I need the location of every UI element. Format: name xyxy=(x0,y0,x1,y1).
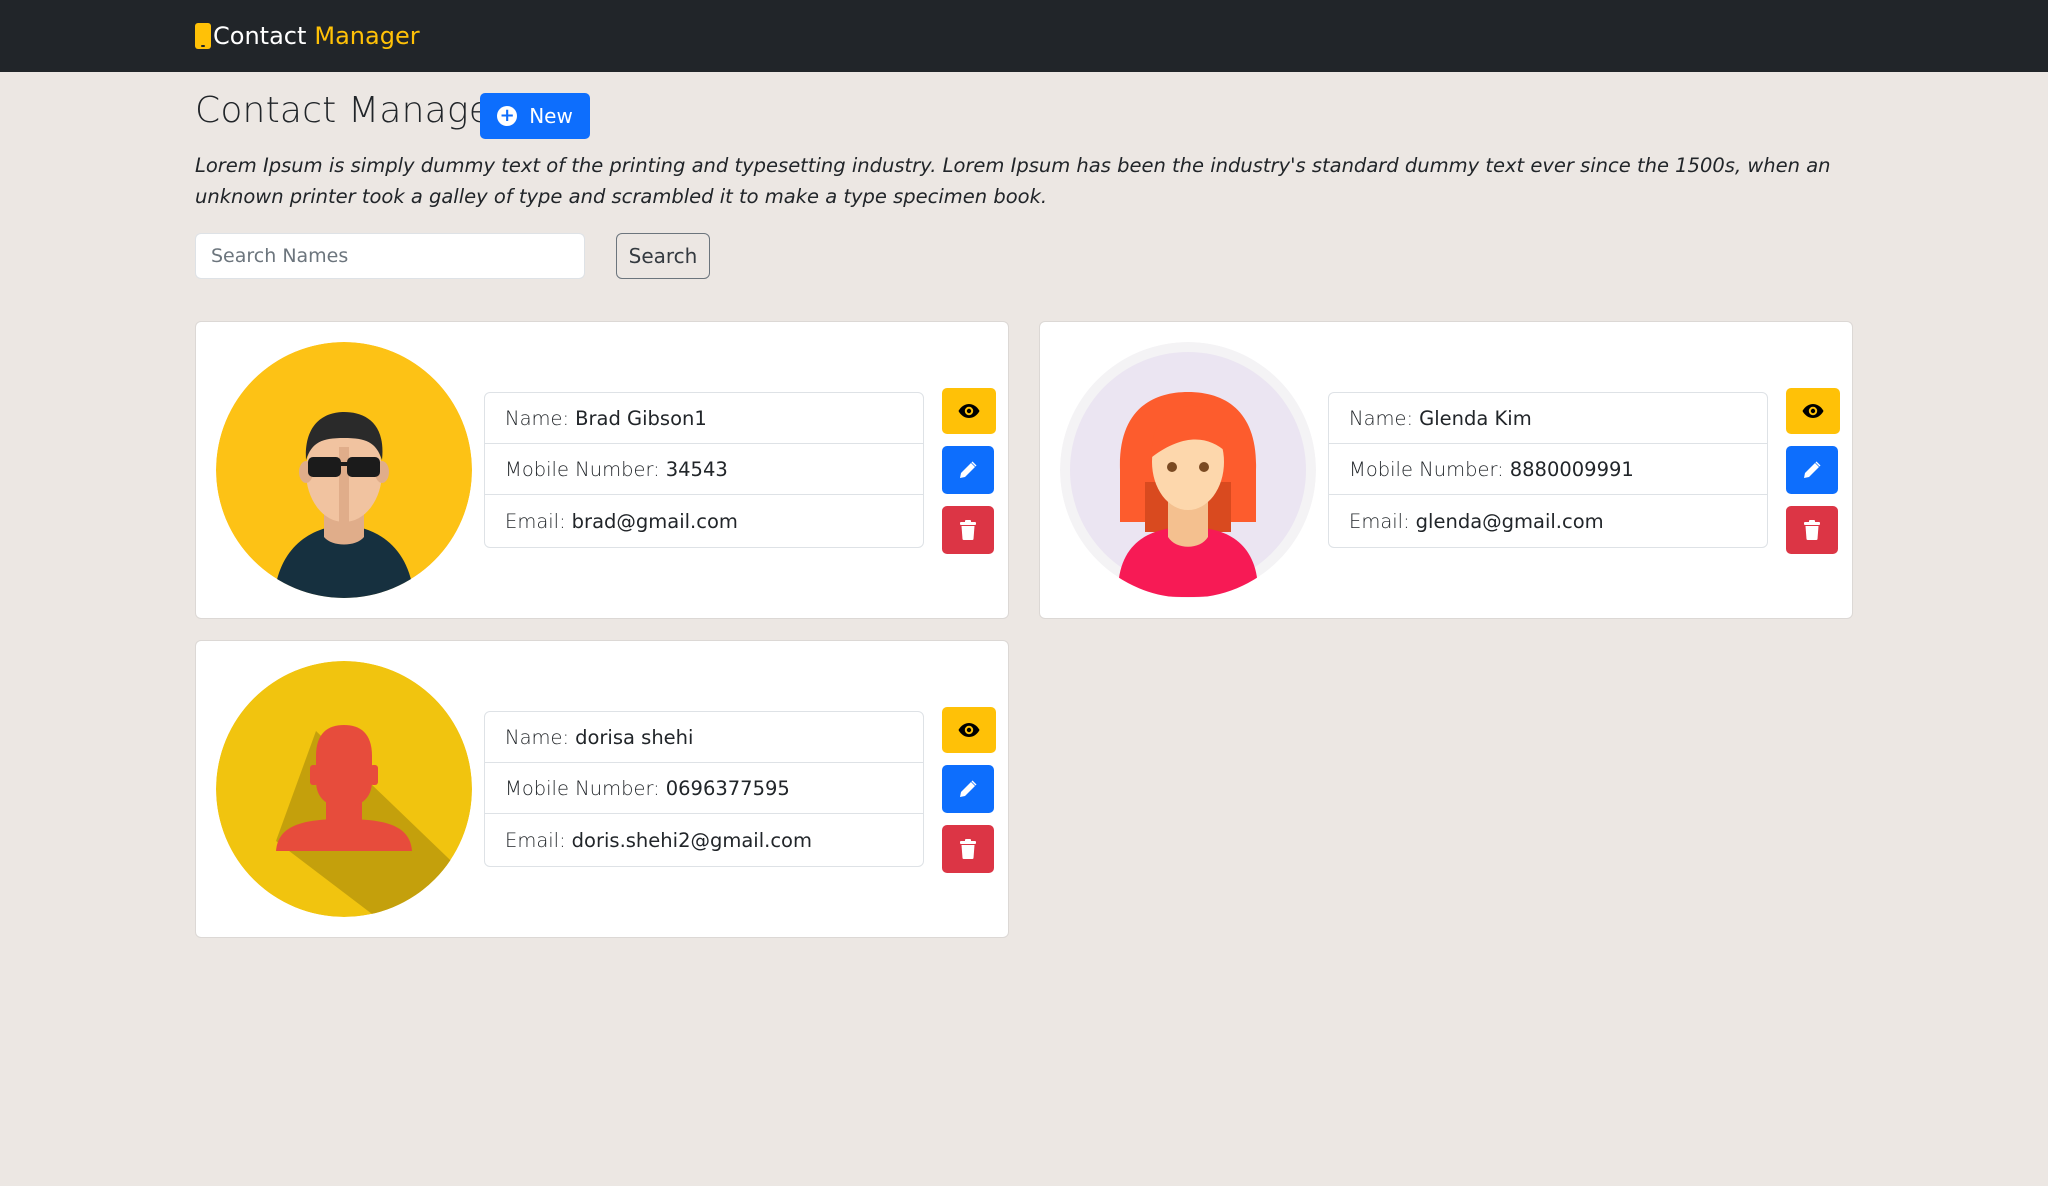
contact-mobile-row: Mobile Number: 0696377595 xyxy=(485,763,923,814)
contact-mobile-row: Mobile Number: 34543 xyxy=(485,444,923,495)
view-contact-button[interactable] xyxy=(1786,388,1840,434)
mobile-label: Mobile Number: xyxy=(505,776,660,800)
contact-name-row: Name: Glenda Kim xyxy=(1329,393,1767,444)
contact-name-row: Name: Brad Gibson1 xyxy=(485,393,923,444)
contact-email: doris.shehi2@gmail.com xyxy=(571,828,812,852)
contact-name-row: Name: dorisa shehi xyxy=(485,712,923,763)
name-label: Name: xyxy=(505,725,570,749)
contact-card: Name: Brad Gibson1 Mobile Number: 34543 … xyxy=(195,321,1009,619)
page-description: Lorem Ipsum is simply dummy text of the … xyxy=(195,154,1831,208)
red-haired-woman-avatar xyxy=(1060,342,1316,598)
contact-mobile: 8880009991 xyxy=(1509,457,1634,481)
page-title: Contact Manager xyxy=(195,90,507,131)
new-button-label: New xyxy=(529,104,573,128)
contact-mobile: 34543 xyxy=(665,457,728,481)
contact-email-row: Email: brad@gmail.com xyxy=(485,495,923,547)
email-label: Email: xyxy=(505,509,566,533)
mobile-label: Mobile Number: xyxy=(505,457,660,481)
delete-contact-button[interactable] xyxy=(942,825,994,873)
contact-details: Name: dorisa shehi Mobile Number: 069637… xyxy=(484,711,924,867)
name-label: Name: xyxy=(1349,406,1414,430)
view-contact-button[interactable] xyxy=(942,707,996,753)
pencil-icon xyxy=(1804,461,1821,478)
generic-person-silhouette-avatar xyxy=(216,661,472,917)
trash-icon xyxy=(960,839,976,859)
eye-icon xyxy=(958,723,980,737)
view-contact-button[interactable] xyxy=(942,388,996,434)
contact-email: brad@gmail.com xyxy=(571,509,738,533)
navbar: Contact Manager xyxy=(0,0,2048,72)
mobile-label: Mobile Number: xyxy=(1349,457,1504,481)
contact-email-row: Email: glenda@gmail.com xyxy=(1329,495,1767,547)
contact-card: Name: Glenda Kim Mobile Number: 88800099… xyxy=(1039,321,1853,619)
contact-mobile-row: Mobile Number: 8880009991 xyxy=(1329,444,1767,495)
trash-icon xyxy=(1804,520,1820,540)
contact-name: Brad Gibson1 xyxy=(575,406,707,430)
contact-card: Name: dorisa shehi Mobile Number: 069637… xyxy=(195,640,1009,938)
name-label: Name: xyxy=(505,406,570,430)
edit-contact-button[interactable] xyxy=(942,446,994,494)
pencil-icon xyxy=(960,780,977,797)
eye-icon xyxy=(1802,404,1824,418)
contact-mobile: 0696377595 xyxy=(665,776,790,800)
search-button[interactable]: Search xyxy=(616,233,710,279)
contact-email-row: Email: doris.shehi2@gmail.com xyxy=(485,814,923,866)
contact-details: Name: Brad Gibson1 Mobile Number: 34543 … xyxy=(484,392,924,548)
contact-name: Glenda Kim xyxy=(1419,406,1532,430)
contact-actions xyxy=(1786,388,1840,566)
search-input[interactable] xyxy=(195,233,585,279)
delete-contact-button[interactable] xyxy=(942,506,994,554)
navbar-brand[interactable]: Contact Manager xyxy=(195,18,420,54)
mobile-phone-icon xyxy=(195,23,211,49)
contact-name: dorisa shehi xyxy=(575,725,694,749)
edit-contact-button[interactable] xyxy=(1786,446,1838,494)
eye-icon xyxy=(958,404,980,418)
trash-icon xyxy=(960,520,976,540)
contact-actions xyxy=(942,388,996,566)
brand-word-manager: Manager xyxy=(314,22,420,50)
edit-contact-button[interactable] xyxy=(942,765,994,813)
plus-circle-icon: + xyxy=(497,106,518,126)
contact-details: Name: Glenda Kim Mobile Number: 88800099… xyxy=(1328,392,1768,548)
man-sunglasses-avatar xyxy=(216,342,472,598)
delete-contact-button[interactable] xyxy=(1786,506,1838,554)
pencil-icon xyxy=(960,461,977,478)
brand-word-contact: Contact xyxy=(213,22,307,50)
new-contact-button[interactable]: + New xyxy=(480,93,590,139)
contact-email: glenda@gmail.com xyxy=(1415,509,1604,533)
email-label: Email: xyxy=(505,828,566,852)
contact-actions xyxy=(942,707,996,885)
email-label: Email: xyxy=(1349,509,1410,533)
